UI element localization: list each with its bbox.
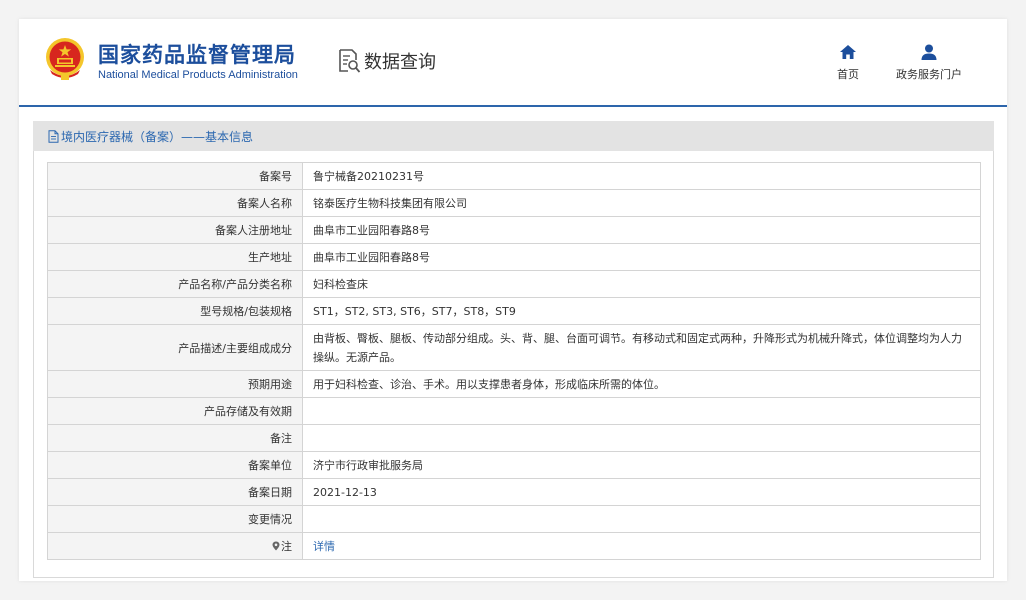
field-label: 变更情况 [47,505,303,533]
details-link[interactable]: 详情 [313,540,335,553]
note-label-cell: 注 [47,532,303,560]
field-value: 曲阜市工业园阳春路8号 [302,243,981,271]
table-row: 变更情况 [47,505,981,533]
field-value [302,424,981,452]
table-row: 备案单位 济宁市行政审批服务局 [47,451,981,479]
basic-info-panel: 境内医疗器械（备案）——基本信息 备案号 鲁宁械备20210231号 备案人名称… [33,121,994,581]
table-row: 产品存储及有效期 [47,397,981,425]
field-label: 备案单位 [47,451,303,479]
field-label: 备案人名称 [47,189,303,217]
data-query-title: 数据查询 [337,47,436,75]
field-value: 妇科检查床 [302,270,981,298]
table-row: 备案日期 2021-12-13 [47,478,981,506]
field-label: 产品存储及有效期 [47,397,303,425]
field-value: 2021-12-13 [302,478,981,506]
field-label: 备案号 [47,162,303,190]
site-header: 国家药品监督管理局 National Medical Products Admi… [19,19,1007,105]
table-row: 注 详情 [47,532,981,560]
nav-service-portal[interactable]: 政务服务门户 [891,43,967,82]
nav-home-label: 首页 [837,68,859,81]
table-row: 产品名称/产品分类名称 妇科检查床 [47,270,981,298]
header-divider [19,105,1007,107]
brand-name-en: National Medical Products Administration [98,69,298,81]
panel-header: 境内医疗器械（备案）——基本信息 [33,121,994,151]
field-value: 曲阜市工业园阳春路8号 [302,216,981,244]
field-value: 由背板、臀板、腿板、传动部分组成。头、背、腿、台面可调节。有移动式和固定式两种，… [302,324,981,371]
national-emblem-icon [46,38,84,80]
table-row: 型号规格/包装规格 ST1，ST2, ST3, ST6，ST7，ST8，ST9 [47,297,981,325]
field-value: 济宁市行政审批服务局 [302,451,981,479]
panel-body: 备案号 鲁宁械备20210231号 备案人名称 铭泰医疗生物科技集团有限公司 备… [33,151,994,578]
document-icon [48,129,59,143]
table-row: 预期用途 用于妇科检查、诊治、手术。用以支撑患者身体，形成临床所需的体位。 [47,370,981,398]
table-row: 备案号 鲁宁械备20210231号 [47,162,981,190]
page: 国家药品监督管理局 National Medical Products Admi… [19,19,1007,581]
field-label: 预期用途 [47,370,303,398]
table-row: 生产地址 曲阜市工业园阳春路8号 [47,243,981,271]
field-label: 产品描述/主要组成成分 [47,324,303,371]
field-value: 铭泰医疗生物科技集团有限公司 [302,189,981,217]
table-row: 备注 [47,424,981,452]
field-label: 备案人注册地址 [47,216,303,244]
note-label: 注 [281,540,292,553]
data-query-label: 数据查询 [364,52,436,73]
field-value: 鲁宁械备20210231号 [302,162,981,190]
field-label: 生产地址 [47,243,303,271]
note-value-cell: 详情 [302,532,981,560]
brand-name-cn: 国家药品监督管理局 [98,43,296,67]
map-pin-icon [272,541,280,551]
table-row: 备案人注册地址 曲阜市工业园阳春路8号 [47,216,981,244]
field-value: ST1，ST2, ST3, ST6，ST7，ST8，ST9 [302,297,981,325]
field-value [302,397,981,425]
field-label: 备注 [47,424,303,452]
home-icon [840,45,856,59]
record-info-table: 备案号 鲁宁械备20210231号 备案人名称 铭泰医疗生物科技集团有限公司 备… [47,162,981,560]
field-label: 产品名称/产品分类名称 [47,270,303,298]
field-label: 型号规格/包装规格 [47,297,303,325]
nav-service-portal-label: 政务服务门户 [896,68,962,81]
table-row: 备案人名称 铭泰医疗生物科技集团有限公司 [47,189,981,217]
field-value [302,505,981,533]
user-icon [921,44,937,60]
panel-title: 境内医疗器械（备案）——基本信息 [61,129,254,144]
field-label: 备案日期 [47,478,303,506]
nav-home[interactable]: 首页 [833,43,863,82]
document-search-icon [339,49,361,73]
table-row: 产品描述/主要组成成分 由背板、臀板、腿板、传动部分组成。头、背、腿、台面可调节… [47,324,981,371]
field-value: 用于妇科检查、诊治、手术。用以支撑患者身体，形成临床所需的体位。 [302,370,981,398]
